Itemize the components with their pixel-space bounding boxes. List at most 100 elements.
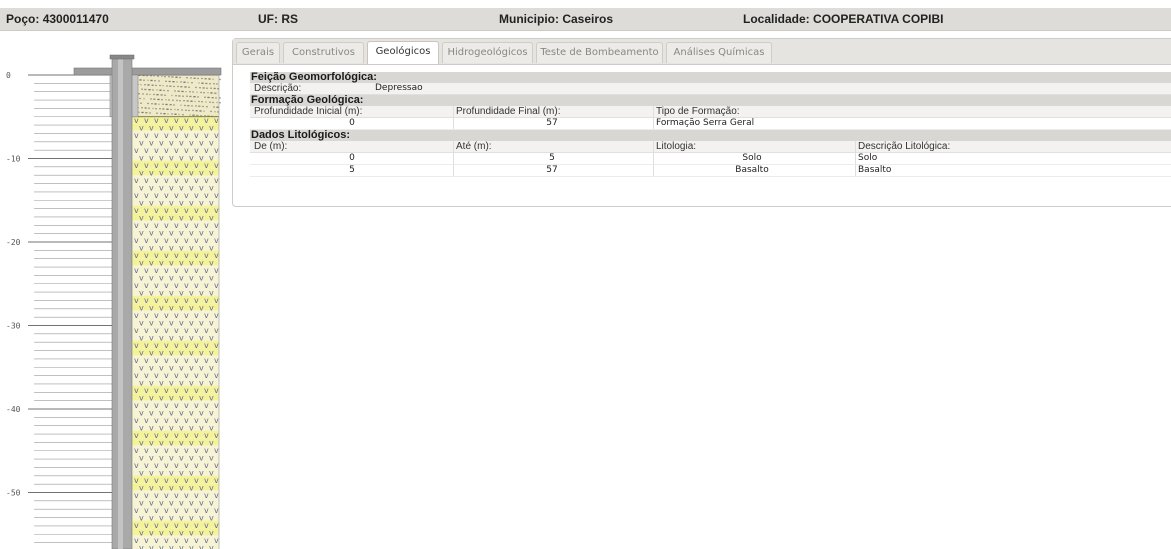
solo-speckle: [175, 113, 177, 115]
solo-speckle: [160, 89, 162, 91]
solo-speckle: [216, 83, 218, 85]
tab-teste-bombeamento[interactable]: Teste de Bombeamento: [536, 42, 663, 63]
solo-speckle: [144, 84, 146, 86]
solo-speckle: [174, 108, 176, 111]
basalt-band: [132, 348, 219, 356]
solo-speckle: [162, 103, 164, 105]
solo-speckle: [141, 88, 143, 90]
solo-speckle: [183, 100, 185, 102]
tab-gerais[interactable]: Gerais: [236, 42, 280, 63]
solo-speckle: [206, 82, 208, 85]
solo-speckle: [155, 84, 157, 87]
solo-speckle: [202, 82, 204, 84]
well-info-header: Poço: 4300011470 UF: RS Municipio: Casei…: [0, 8, 1171, 31]
section-formacao-title: Formação Geológica:: [250, 95, 1171, 106]
formacao-prof-inicial: 0: [349, 118, 355, 128]
geologicos-content: Feição Geomorfológica: Descrição: Depres…: [250, 72, 1171, 177]
basalt-v-mark: v: [189, 543, 194, 549]
poco-field: Poço: 4300011470: [6, 12, 109, 26]
solo-speckle: [192, 109, 194, 112]
basalt-v-mark: v: [214, 461, 219, 470]
basalt-v-mark: v: [149, 543, 154, 549]
solo-speckle: [201, 101, 203, 103]
solo-speckle: [210, 87, 212, 89]
solo-speckle: [179, 95, 181, 97]
tab-hidrogeologicos[interactable]: Hidrogeológicos: [442, 42, 533, 63]
solo-speckle: [190, 77, 192, 79]
solo-speckle: [189, 114, 191, 116]
localidade-field: Localidade: COOPERATIVA COPIBI: [743, 12, 943, 26]
formacao-header-row: Profundidade Inicial (m): Profundidade F…: [250, 106, 1171, 118]
solo-speckle: [191, 100, 193, 102]
solo-speckle: [179, 76, 181, 79]
solo-speckle: [194, 100, 196, 103]
solo-speckle: [199, 87, 201, 89]
solo-speckle: [158, 103, 160, 105]
basalt-v-mark: v: [214, 191, 219, 200]
solo-speckle: [146, 112, 148, 114]
col-prof-final: Profundidade Final (m):: [453, 106, 652, 117]
solo-speckle: [199, 105, 201, 107]
solo-speckle: [149, 112, 151, 114]
basalt-v-mark: v: [214, 371, 219, 380]
tab-bar: Gerais Construtivos Geológicos Hidrogeol…: [233, 39, 1171, 65]
basalt-v-mark: v: [214, 536, 219, 545]
solo-speckle: [176, 81, 178, 83]
basalt-v-mark: v: [214, 401, 219, 410]
solo-speckle: [186, 77, 188, 79]
solo-speckle: [149, 93, 151, 96]
depth-label: 0: [6, 71, 11, 80]
solo-speckle: [198, 82, 200, 84]
municipio-value: Caseiros: [562, 12, 614, 26]
solo-speckle: [171, 113, 173, 115]
solo-speckle: [164, 113, 166, 115]
solo-speckle: [197, 77, 199, 80]
solo-speckle: [158, 98, 160, 101]
solo-speckle: [188, 105, 190, 107]
solo-speckle: [211, 92, 213, 94]
solo-speckle: [168, 76, 170, 78]
solo-speckle: [161, 94, 163, 96]
basalt-v-mark: v: [214, 311, 219, 320]
solo-speckle: [168, 99, 170, 101]
solo-speckle: [167, 108, 169, 110]
solo-speckle: [219, 97, 221, 99]
solo-speckle: [161, 99, 163, 101]
section-litologia-title: Dados Litológicos:: [250, 130, 1171, 141]
solo-speckle: [156, 112, 158, 114]
solo-speckle: [166, 85, 168, 87]
solo-speckle: [142, 111, 144, 114]
solo-speckle: [153, 75, 155, 77]
solo-speckle: [180, 104, 182, 106]
basalt-v-mark: v: [214, 446, 219, 455]
tab-analises-quimicas[interactable]: Análises Químicas: [666, 42, 772, 63]
solo-speckle: [219, 78, 221, 81]
solo-speckle: [205, 78, 207, 80]
solo-speckle: [215, 92, 217, 94]
solo-speckle: [152, 84, 154, 86]
solo-speckle: [207, 92, 209, 94]
solo-speckle: [177, 109, 179, 111]
basalt-v-mark: v: [169, 543, 174, 549]
depth-label: -10: [6, 155, 21, 164]
tab-construtivos[interactable]: Construtivos: [283, 42, 364, 63]
solo-speckle: [173, 81, 175, 83]
solo-speckle: [170, 108, 172, 111]
tab-geologicos[interactable]: Geológicos: [367, 41, 439, 64]
solo-speckle: [157, 75, 159, 77]
col-ate: Até (m):: [453, 141, 652, 152]
solo-speckle: [203, 87, 205, 89]
solo-speckle: [213, 106, 215, 108]
solo-speckle: [175, 95, 177, 97]
solo-speckle: [217, 111, 219, 113]
well-profile-diagram: vvvvvvvvvvvvvvvvvvvvvvvvvvvvvvvvvvvvvvvv…: [0, 44, 232, 549]
solo-speckle: [151, 79, 153, 82]
basalt-v-mark: v: [214, 221, 219, 230]
solo-speckle: [196, 110, 198, 112]
basalt-band: [132, 123, 219, 131]
depth-label: -20: [6, 238, 21, 247]
solo-speckle: [145, 107, 147, 109]
solo-speckle: [181, 109, 183, 111]
solo-speckle: [205, 101, 207, 103]
basalt-v-mark: v: [159, 543, 164, 549]
